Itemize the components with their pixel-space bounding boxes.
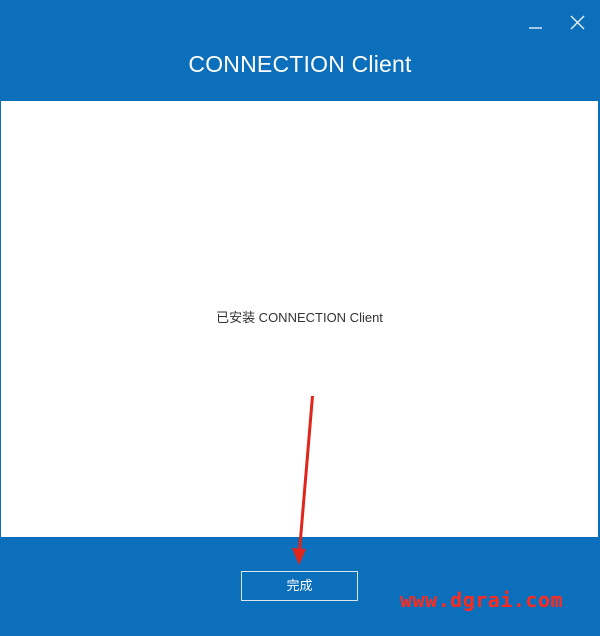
close-button[interactable] — [565, 10, 591, 36]
minimize-button[interactable] — [522, 10, 548, 36]
finish-button[interactable]: 完成 — [241, 571, 358, 601]
window-title: CONNECTION Client — [188, 51, 412, 77]
install-status-text: 已安装 CONNECTION Client — [216, 310, 383, 325]
title-bar: CONNECTION Client — [0, 0, 600, 101]
minimize-icon — [529, 27, 542, 29]
watermark-text: www.dgrai.com — [400, 588, 564, 612]
content-panel: 已安装 CONNECTION Client — [1, 101, 598, 537]
installer-window: CONNECTION Client 已安装 CONNECTION Client … — [0, 0, 600, 636]
close-icon — [570, 15, 585, 30]
